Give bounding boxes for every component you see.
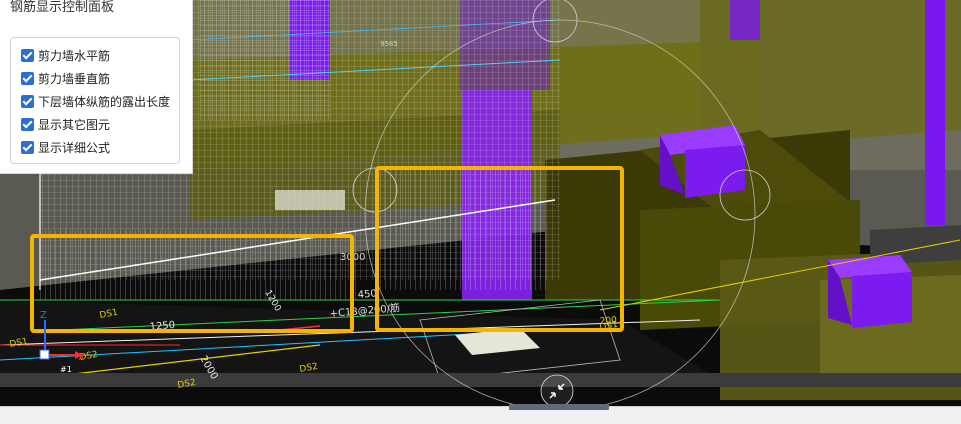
- option-label: 显示详细公式: [38, 140, 111, 155]
- option-label: 剪力墙水平筋: [38, 48, 111, 63]
- bottom-bar: [0, 406, 961, 424]
- option-label: 剪力墙垂直筋: [38, 71, 111, 86]
- bottom-panel-handle[interactable]: [509, 404, 609, 410]
- panel-title: 钢筋显示控制面板: [10, 0, 115, 15]
- checkbox-checked[interactable]: [21, 94, 34, 108]
- axis-x-label: X: [78, 352, 85, 363]
- checkbox-checked[interactable]: [21, 140, 34, 154]
- option-label: 显示其它图元: [38, 117, 111, 132]
- option-shear-wall-horizontal[interactable]: 剪力墙水平筋: [21, 46, 110, 64]
- option-label: 下层墙体纵筋的露出长度: [38, 94, 171, 109]
- option-show-other-elements[interactable]: 显示其它图元: [21, 115, 110, 133]
- axis-index-label: #1: [60, 365, 72, 374]
- checkbox-checked[interactable]: [21, 48, 34, 62]
- purple-cube: [852, 272, 912, 328]
- option-shear-wall-vertical[interactable]: 剪力墙垂直筋: [21, 69, 110, 87]
- axis-z-label: Z: [40, 310, 47, 321]
- collapse-arrows-icon[interactable]: [540, 374, 574, 408]
- options-group: 剪力墙水平筋 剪力墙垂直筋 下层墙体纵筋的露出长度 显示其它图元 显示详细公式: [10, 37, 180, 164]
- checkbox-checked[interactable]: [21, 71, 34, 85]
- rebar-display-control-panel: 钢筋显示控制面板 剪力墙水平筋 剪力墙垂直筋 下层墙体纵筋的露出长度 显示其它图…: [0, 0, 193, 174]
- checkbox-checked[interactable]: [21, 117, 34, 131]
- option-show-detailed-formula[interactable]: 显示详细公式: [21, 138, 110, 156]
- dim-label: 9585: [380, 40, 398, 48]
- dim-label: 450: [357, 288, 377, 301]
- option-lower-wall-exposed-length[interactable]: 下层墙体纵筋的露出长度: [21, 92, 170, 110]
